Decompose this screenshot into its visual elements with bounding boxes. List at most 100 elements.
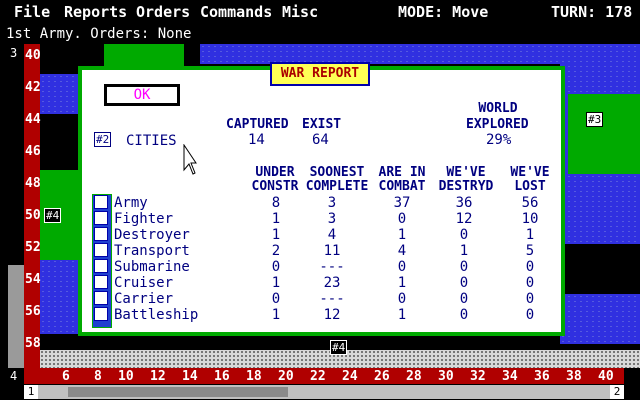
unit-stat-cell: 5 (525, 243, 535, 259)
scroll-thumb[interactable] (68, 387, 288, 397)
column-label: 8 (94, 369, 102, 384)
turn-counter: TURN: 178 (551, 3, 633, 21)
unit-stat-cell: --- (319, 291, 345, 307)
destroyer-icon (94, 227, 108, 241)
column-ruler: 6 8 10 12 14 16 18 20 22 24 26 28 30 32 … (24, 368, 624, 384)
scroll-left-button[interactable]: 1 (24, 385, 38, 399)
unit-stat-cell: 0 (459, 307, 469, 323)
explored-value: 29% (486, 132, 512, 148)
unit-stat-cell: 0 (271, 259, 281, 275)
unit-stat-cell: 12 (323, 307, 341, 323)
explored-header-bottom: EXPLORED (466, 117, 529, 132)
unit-stat-cell: 4 (327, 227, 337, 243)
col-header-bottom: COMPLETE (305, 179, 369, 194)
column-label: 28 (406, 369, 422, 384)
unit-stat-cell: 1 (271, 227, 281, 243)
city-icon[interactable]: #4 (44, 208, 62, 223)
menu-orders[interactable]: Orders (136, 3, 190, 21)
unit-stat-cell: 3 (327, 211, 337, 227)
unit-stat-cell: 4 (397, 243, 407, 259)
unit-stat-cell: 0 (397, 291, 407, 307)
battleship-icon (94, 307, 108, 321)
unit-stat-cell: 8 (271, 195, 281, 211)
mode-indicator: MODE: Move (398, 3, 489, 21)
unit-stat-cell: 1 (271, 275, 281, 291)
unit-stat-cell: 0 (397, 259, 407, 275)
unit-stat-cell: 37 (393, 195, 411, 211)
col-header-top: WE'VE (510, 165, 550, 180)
menu-bar: File Reports Orders Commands Misc MODE: … (0, 0, 640, 22)
row-label: 40 (25, 48, 41, 63)
column-label: 6 (62, 369, 70, 384)
column-label: 30 (438, 369, 454, 384)
unit-name: Submarine (114, 259, 190, 275)
unit-stat-cell: 12 (455, 211, 473, 227)
column-label: 36 (534, 369, 550, 384)
unit-name: Destroyer (114, 227, 190, 243)
unit-stat-cell: 1 (397, 275, 407, 291)
unit-stat-cell: 23 (323, 275, 341, 291)
unit-stat-cell: 0 (271, 291, 281, 307)
corner-label: 3 (10, 46, 18, 60)
row-label: 46 (25, 144, 41, 159)
column-label: 20 (278, 369, 294, 384)
menu-commands[interactable]: Commands (200, 3, 272, 21)
unit-stat-cell: 1 (271, 211, 281, 227)
column-label: 22 (310, 369, 326, 384)
unit-stat-cell: 0 (459, 227, 469, 243)
row-ruler: 40 42 44 46 48 50 52 54 56 58 (24, 44, 41, 368)
horizontal-scrollbar[interactable]: 1 2 (24, 385, 624, 399)
column-label: 10 (118, 369, 134, 384)
unit-stat-cell: 0 (525, 307, 535, 323)
unit-stat-cell: 0 (525, 291, 535, 307)
unit-name: Army (114, 195, 148, 211)
unit-stat-cell: 1 (271, 307, 281, 323)
row-label: 44 (25, 112, 41, 127)
mouse-pointer-icon (183, 144, 197, 175)
column-label: 18 (246, 369, 262, 384)
row-label: 42 (25, 80, 41, 95)
exist-value: 64 (312, 132, 329, 148)
city-icon[interactable]: #4 (330, 340, 348, 355)
city-icon: #2 (94, 132, 112, 147)
unit-stat-cell: 2 (271, 243, 281, 259)
city-icon[interactable]: #3 (586, 112, 604, 127)
unit-stat-cell: 11 (323, 243, 341, 259)
unit-stat-cell: --- (319, 259, 345, 275)
col-header-bottom: CONSTR (251, 179, 299, 194)
menu-misc[interactable]: Misc (282, 3, 318, 21)
row-label: 54 (25, 272, 41, 287)
column-label: 24 (342, 369, 358, 384)
scroll-right-button[interactable]: 2 (610, 385, 624, 399)
sea-tile (200, 44, 640, 64)
unit-stat-cell: 1 (525, 227, 535, 243)
submarine-icon (94, 259, 108, 273)
land-tile (104, 44, 184, 66)
unit-name: Fighter (114, 211, 174, 227)
unit-stat-cell: 1 (459, 243, 469, 259)
fighter-icon (94, 211, 108, 225)
menu-reports[interactable]: Reports (64, 3, 127, 21)
unit-stat-cell: 1 (397, 307, 407, 323)
unit-status-line: 1st Army. Orders: None (6, 26, 192, 42)
war-report-dialog: OK #2 CITIES CAPTURED EXIST WORLD EXPLOR… (78, 66, 565, 336)
dialog-title: WAR REPORT (270, 62, 370, 86)
ok-button[interactable]: OK (104, 84, 180, 106)
col-header-bottom: LOST (514, 179, 546, 194)
row-label: 56 (25, 304, 41, 319)
row-label: 58 (25, 336, 41, 351)
unit-stat-cell: 56 (521, 195, 539, 211)
cruiser-icon (94, 275, 108, 289)
unit-stat-cell: 36 (455, 195, 473, 211)
unit-name: Cruiser (114, 275, 174, 291)
unit-name: Carrier (114, 291, 174, 307)
menu-file[interactable]: File (14, 3, 50, 21)
sea-tile (40, 74, 80, 114)
row-label: 48 (25, 176, 41, 191)
col-header-top: UNDER (255, 165, 295, 180)
carrier-icon (94, 291, 108, 305)
unit-stat-cell: 0 (397, 211, 407, 227)
col-header-bottom: COMBAT (378, 179, 426, 194)
explored-header-top: WORLD (478, 101, 518, 116)
column-label: 32 (470, 369, 486, 384)
